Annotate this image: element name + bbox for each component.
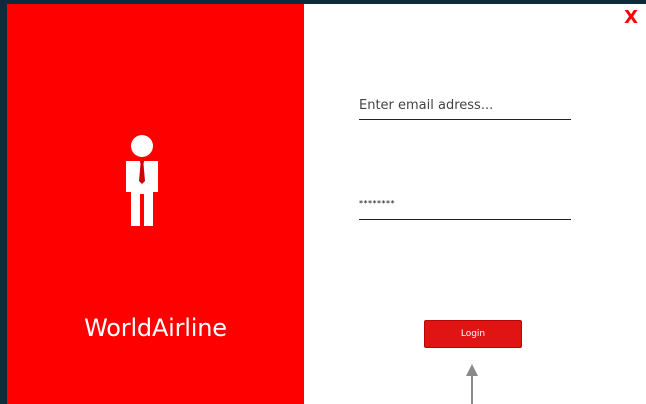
- close-button[interactable]: X: [624, 8, 638, 28]
- login-window: WorldAirline X Login: [7, 4, 646, 404]
- businessman-icon: [126, 135, 158, 226]
- arrow-up-icon: [466, 364, 478, 404]
- brand-name: WorldAirline: [84, 314, 227, 342]
- brand-panel: WorldAirline: [7, 4, 304, 404]
- password-field[interactable]: [359, 189, 571, 220]
- login-button[interactable]: Login: [424, 320, 522, 348]
- email-field[interactable]: [359, 93, 571, 120]
